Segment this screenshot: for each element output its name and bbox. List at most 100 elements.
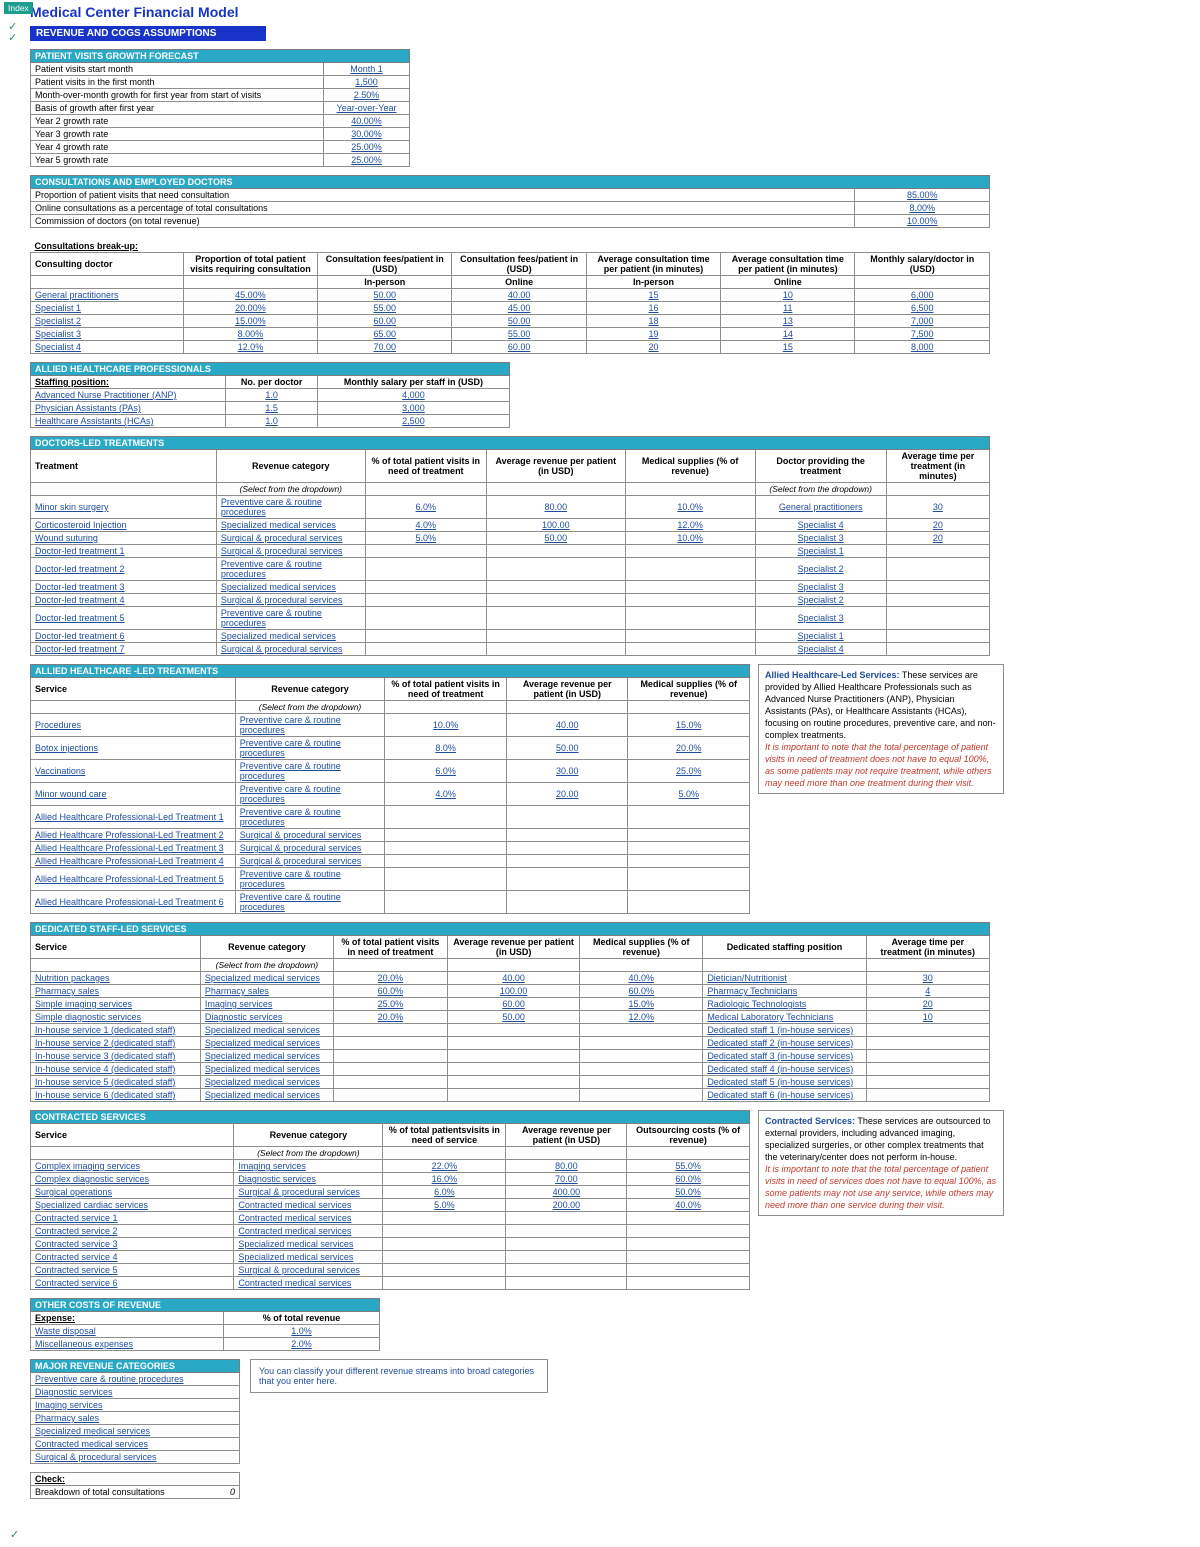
cell[interactable]: Surgical & procedural services: [235, 855, 385, 868]
cell[interactable]: [625, 558, 755, 581]
cell[interactable]: Healthcare Assistants (HCAs): [31, 415, 226, 428]
cell[interactable]: Contracted service 4: [31, 1251, 234, 1264]
cell[interactable]: [385, 829, 507, 842]
cell[interactable]: [507, 868, 628, 891]
cell[interactable]: Online consultations as a percentage of …: [31, 202, 855, 215]
cell[interactable]: Service: [31, 678, 236, 701]
cell[interactable]: [886, 581, 989, 594]
cell[interactable]: Specialized medical services: [216, 581, 365, 594]
cell[interactable]: [447, 1076, 579, 1089]
cell[interactable]: 15.00%: [183, 315, 317, 328]
cell[interactable]: [886, 594, 989, 607]
cell[interactable]: Medical supplies (% of revenue): [625, 450, 755, 483]
cell[interactable]: [365, 545, 486, 558]
cell[interactable]: Specialized medical services: [200, 1063, 333, 1076]
cell[interactable]: [385, 868, 507, 891]
cell[interactable]: Advanced Nurse Practitioner (ANP): [31, 389, 226, 402]
cell[interactable]: Preventive care & routine procedures: [216, 558, 365, 581]
cell[interactable]: Average consultation time per patient (i…: [586, 253, 720, 276]
cell[interactable]: [447, 1037, 579, 1050]
cell[interactable]: 16: [586, 302, 720, 315]
cell[interactable]: Patient visits in the first month: [31, 76, 324, 89]
cell[interactable]: 20.0%: [333, 972, 447, 985]
cell[interactable]: 10.0%: [385, 714, 507, 737]
cell[interactable]: 19: [586, 328, 720, 341]
cell[interactable]: [183, 276, 317, 289]
cell[interactable]: 20: [886, 519, 989, 532]
cell[interactable]: Pharmacy sales: [31, 1412, 240, 1425]
cell[interactable]: Contracted medical services: [234, 1277, 383, 1290]
cell[interactable]: [486, 643, 625, 656]
cell[interactable]: 10: [866, 1011, 989, 1024]
cell[interactable]: 2.0%: [224, 1338, 380, 1351]
cell[interactable]: Medical Laboratory Technicians: [703, 1011, 866, 1024]
cell[interactable]: Medical supplies (% of revenue): [580, 936, 703, 959]
cell[interactable]: Physician Assistants (PAs): [31, 402, 226, 415]
cell[interactable]: Contracted service 2: [31, 1225, 234, 1238]
cell[interactable]: Preventive care & routine procedures: [235, 891, 385, 914]
cell[interactable]: [628, 868, 750, 891]
cell[interactable]: Imaging services: [234, 1160, 383, 1173]
cell[interactable]: Pharmacy Technicians: [703, 985, 866, 998]
cell[interactable]: In-house service 3 (dedicated staff): [31, 1050, 201, 1063]
cell[interactable]: Monthly salary/doctor in (USD): [855, 253, 990, 276]
cell[interactable]: 8.00%: [183, 328, 317, 341]
cell[interactable]: [507, 842, 628, 855]
cell[interactable]: 25.00%: [324, 154, 410, 167]
cell[interactable]: [486, 558, 625, 581]
cell[interactable]: Specialized medical services: [200, 972, 333, 985]
cell[interactable]: 12.0%: [580, 1011, 703, 1024]
cell[interactable]: [628, 842, 750, 855]
cell[interactable]: Revenue category: [235, 678, 385, 701]
cell[interactable]: [628, 891, 750, 914]
cell[interactable]: Procedures: [31, 714, 236, 737]
cell[interactable]: Specialized medical services: [200, 1089, 333, 1102]
cell[interactable]: [447, 1024, 579, 1037]
cell[interactable]: [383, 1264, 506, 1277]
cell[interactable]: Patient visits start month: [31, 63, 324, 76]
cell[interactable]: 4.0%: [365, 519, 486, 532]
cell[interactable]: Service: [31, 936, 201, 959]
cell[interactable]: 7,500: [855, 328, 990, 341]
cell[interactable]: Average revenue per patient (in USD): [447, 936, 579, 959]
cell[interactable]: 20.0%: [333, 1011, 447, 1024]
cell[interactable]: 15: [721, 341, 855, 354]
cell[interactable]: 1.0: [226, 389, 318, 402]
cell[interactable]: [365, 594, 486, 607]
cell[interactable]: Specialist 3: [755, 607, 886, 630]
cell[interactable]: [506, 1225, 627, 1238]
cell[interactable]: Year-over-Year: [324, 102, 410, 115]
cell[interactable]: 50.0%: [627, 1186, 750, 1199]
cell[interactable]: 25.00%: [324, 141, 410, 154]
cell[interactable]: Contracted service 1: [31, 1212, 234, 1225]
cell[interactable]: 10: [721, 289, 855, 302]
cell[interactable]: [383, 1212, 506, 1225]
cell[interactable]: [628, 806, 750, 829]
cell[interactable]: Diagnostic services: [234, 1173, 383, 1186]
cell[interactable]: [486, 630, 625, 643]
cell[interactable]: Preventive care & routine procedures: [235, 760, 385, 783]
cell[interactable]: [886, 558, 989, 581]
cell[interactable]: [625, 630, 755, 643]
cell[interactable]: 200.00: [506, 1199, 627, 1212]
cell[interactable]: 40.00: [452, 289, 586, 302]
cell[interactable]: Online: [452, 276, 586, 289]
cell[interactable]: Imaging services: [31, 1399, 240, 1412]
cell[interactable]: [580, 1063, 703, 1076]
cell[interactable]: 2,500: [317, 415, 509, 428]
cell[interactable]: Revenue category: [234, 1124, 383, 1147]
cell[interactable]: Surgical & procedural services: [216, 532, 365, 545]
cell[interactable]: [385, 855, 507, 868]
cell[interactable]: 400.00: [506, 1186, 627, 1199]
cell[interactable]: 6.0%: [365, 496, 486, 519]
cell[interactable]: [333, 1037, 447, 1050]
cell[interactable]: 60.00: [447, 998, 579, 1011]
cell[interactable]: 15: [586, 289, 720, 302]
cell[interactable]: In-house service 2 (dedicated staff): [31, 1037, 201, 1050]
cell[interactable]: 1.0%: [224, 1325, 380, 1338]
cell[interactable]: Surgical & procedural services: [31, 1451, 240, 1464]
cell[interactable]: Surgical & procedural services: [234, 1264, 383, 1277]
cell[interactable]: 18: [586, 315, 720, 328]
cell[interactable]: Pharmacy sales: [200, 985, 333, 998]
cell[interactable]: Outsourcing costs (% of revenue): [627, 1124, 750, 1147]
